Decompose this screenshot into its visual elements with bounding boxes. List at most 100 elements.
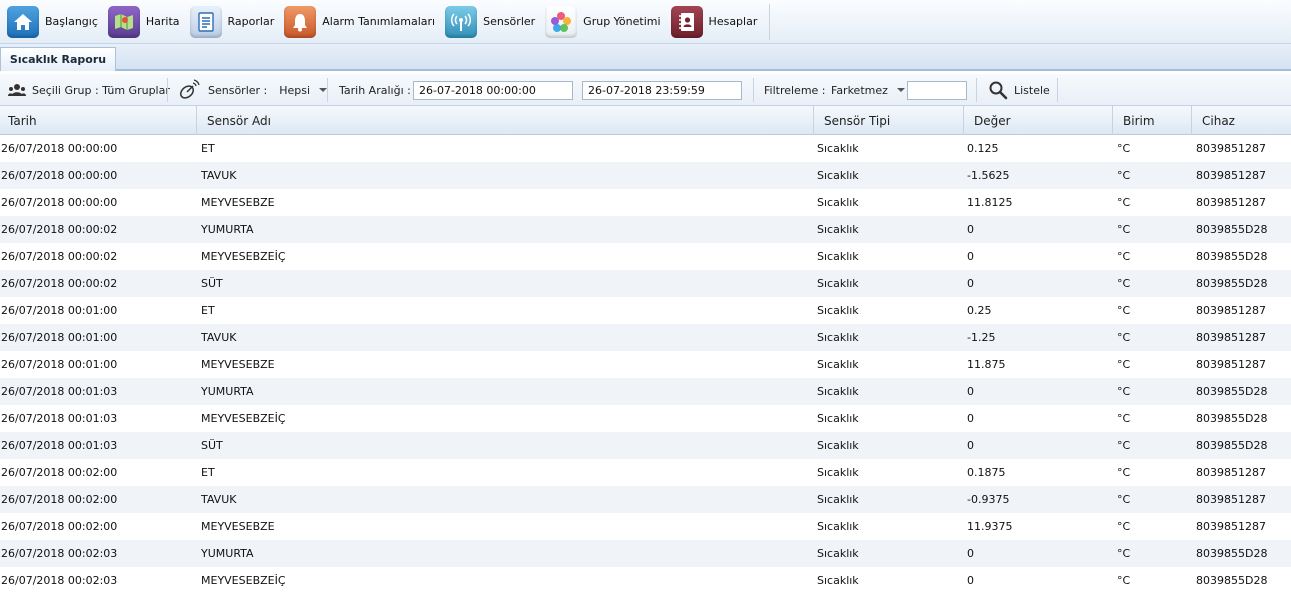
cell-date: 26/07/2018 00:00:02	[1, 250, 118, 263]
column-header-device[interactable]: Cihaz	[1191, 106, 1291, 135]
cell-value: 11.9375	[967, 520, 1013, 533]
cell-value: 0	[967, 250, 974, 263]
cell-value: 0.125	[967, 142, 999, 155]
date-from-input[interactable]	[413, 81, 573, 100]
cell-sensor-type: Sıcaklık	[817, 466, 859, 479]
column-header-sensor-name[interactable]: Sensör Adı	[196, 106, 813, 135]
cell-unit: °C	[1117, 574, 1131, 587]
cell-sensor-type: Sıcaklık	[817, 520, 859, 533]
report-icon	[189, 5, 222, 38]
cell-value: 0.1875	[967, 466, 1006, 479]
cell-sensor-name: MEYVESEBZEİÇ	[201, 412, 286, 425]
column-header-value[interactable]: Değer	[963, 106, 1112, 135]
table-row[interactable]: 26/07/2018 00:00:00 TAVUK Sıcaklık -1.5625 °…	[0, 162, 1291, 189]
group-selector-label: Seçili Grup : Tüm Gruplar	[32, 83, 170, 97]
nav-accounts-label: Hesaplar	[708, 15, 758, 28]
map-icon	[107, 5, 140, 38]
cell-device: 8039851287	[1196, 331, 1266, 344]
cell-device: 8039855D28	[1196, 439, 1268, 452]
sensors-filter-label: Sensörler :	[208, 83, 268, 97]
cell-unit: °C	[1117, 304, 1131, 317]
cell-date: 26/07/2018 00:02:00	[1, 466, 118, 479]
filter-mode-dropdown[interactable]: Farketmez	[831, 74, 905, 106]
cell-unit: °C	[1117, 277, 1131, 290]
cell-value: 0	[967, 439, 974, 452]
cell-sensor-name: MEYVESEBZEİÇ	[201, 574, 286, 587]
users-icon	[8, 84, 26, 96]
column-header-unit[interactable]: Birim	[1112, 106, 1191, 135]
cell-sensor-type: Sıcaklık	[817, 547, 859, 560]
nav-accounts-button[interactable]: Hesaplar	[670, 4, 768, 40]
table-row[interactable]: 26/07/2018 00:01:03 MEYVESEBZEİÇ Sıcaklık 0…	[0, 405, 1291, 432]
cell-sensor-name: ET	[201, 304, 215, 317]
cell-value: 0	[967, 574, 974, 587]
cell-unit: °C	[1117, 331, 1131, 344]
cell-device: 8039851287	[1196, 358, 1266, 371]
table-row[interactable]: 26/07/2018 00:02:00 TAVUK Sıcaklık -0.9375 °…	[0, 486, 1291, 513]
cell-sensor-type: Sıcaklık	[817, 223, 859, 236]
table-row[interactable]: 26/07/2018 00:02:00 MEYVESEBZE Sıcaklık 11.…	[0, 513, 1291, 540]
cell-date: 26/07/2018 00:00:00	[1, 169, 118, 182]
cell-value: 11.8125	[967, 196, 1013, 209]
cell-date: 26/07/2018 00:02:03	[1, 547, 118, 560]
table-row[interactable]: 26/07/2018 00:00:02 SÜT Sıcaklık 0 °C 8039855…	[0, 270, 1291, 297]
nav-reports-button[interactable]: Raporlar	[189, 4, 285, 40]
filter-divider	[753, 78, 754, 102]
table-row[interactable]: 26/07/2018 00:01:00 ET Sıcaklık 0.25 °C 80398…	[0, 297, 1291, 324]
table-row[interactable]: 26/07/2018 00:00:00 ET Sıcaklık 0.125 °C 8039…	[0, 135, 1291, 162]
cell-sensor-name: MEYVESEBZE	[201, 520, 275, 533]
table-row[interactable]: 26/07/2018 00:01:03 SÜT Sıcaklık 0 °C 8039855…	[0, 432, 1291, 459]
cell-device: 8039851287	[1196, 520, 1266, 533]
column-header-sensor-type[interactable]: Sensör Tipi	[813, 106, 963, 135]
cell-sensor-type: Sıcaklık	[817, 142, 859, 155]
group-selector[interactable]: Seçili Grup : Tüm Gruplar	[8, 74, 170, 106]
date-to-input[interactable]	[582, 81, 742, 100]
sensors-filter-value: Hepsi	[279, 83, 311, 97]
cell-sensor-name: SÜT	[201, 439, 223, 452]
table-row[interactable]: 26/07/2018 00:00:00 MEYVESEBZE Sıcaklık 11.…	[0, 189, 1291, 216]
table-row[interactable]: 26/07/2018 00:01:00 MEYVESEBZE Sıcaklık 11.…	[0, 351, 1291, 378]
cell-sensor-type: Sıcaklık	[817, 196, 859, 209]
cell-unit: °C	[1117, 439, 1131, 452]
cell-value: -1.5625	[967, 169, 1010, 182]
cell-unit: °C	[1117, 223, 1131, 236]
toolbar-divider	[769, 3, 771, 40]
sensors-filter[interactable]: Sensörler : Hepsi	[178, 74, 328, 106]
tab-temperature-report[interactable]: Sıcaklık Raporu	[0, 47, 116, 71]
cell-sensor-name: MEYVESEBZEİÇ	[201, 250, 286, 263]
nav-home-button[interactable]: Başlangıç	[7, 4, 108, 40]
list-button[interactable]: Listele	[988, 74, 1050, 106]
nav-groups-button[interactable]: Grup Yönetimi	[545, 4, 670, 40]
filter-value-input[interactable]	[907, 81, 967, 100]
cell-sensor-name: ET	[201, 466, 215, 479]
bell-icon	[284, 5, 317, 38]
table-row[interactable]: 26/07/2018 00:01:00 TAVUK Sıcaklık -1.25 °C 8…	[0, 324, 1291, 351]
cell-sensor-type: Sıcaklık	[817, 304, 859, 317]
nav-map-button[interactable]: Harita	[107, 4, 190, 40]
table-row[interactable]: 26/07/2018 00:02:03 MEYVESEBZEİÇ Sıcaklık 0…	[0, 567, 1291, 594]
nav-map-label: Harita	[145, 15, 180, 28]
cell-sensor-type: Sıcaklık	[817, 493, 859, 506]
cell-device: 8039855D28	[1196, 412, 1268, 425]
cell-device: 8039851287	[1196, 196, 1266, 209]
cell-unit: °C	[1117, 520, 1131, 533]
table-body: 26/07/2018 00:00:00 ET Sıcaklık 0.125 °C 8039…	[0, 135, 1291, 594]
filter-divider	[167, 78, 168, 102]
nav-home-label: Başlangıç	[45, 15, 98, 28]
group-management-icon	[545, 5, 578, 38]
cell-device: 8039851287	[1196, 142, 1266, 155]
cell-value: -1.25	[967, 331, 996, 344]
cell-sensor-name: ET	[201, 142, 215, 155]
table-row[interactable]: 26/07/2018 00:01:03 YUMURTA Sıcaklık 0 °C 803…	[0, 378, 1291, 405]
table-row[interactable]: 26/07/2018 00:02:03 YUMURTA Sıcaklık 0 °C 803…	[0, 540, 1291, 567]
column-header-date[interactable]: Tarih	[0, 106, 196, 135]
chevron-down-icon	[319, 88, 328, 92]
table-row[interactable]: 26/07/2018 00:00:02 MEYVESEBZEİÇ Sıcaklık 0…	[0, 243, 1291, 270]
table-row[interactable]: 26/07/2018 00:02:00 ET Sıcaklık 0.1875 °C 803…	[0, 459, 1291, 486]
cell-date: 26/07/2018 00:02:03	[1, 574, 118, 587]
cell-sensor-type: Sıcaklık	[817, 412, 859, 425]
table-row[interactable]: 26/07/2018 00:00:02 YUMURTA Sıcaklık 0 °C 803…	[0, 216, 1291, 243]
nav-sensors-button[interactable]: Sensörler	[445, 4, 545, 40]
cell-unit: °C	[1117, 250, 1131, 263]
nav-alarms-button[interactable]: Alarm Tanımlamaları	[284, 4, 445, 40]
